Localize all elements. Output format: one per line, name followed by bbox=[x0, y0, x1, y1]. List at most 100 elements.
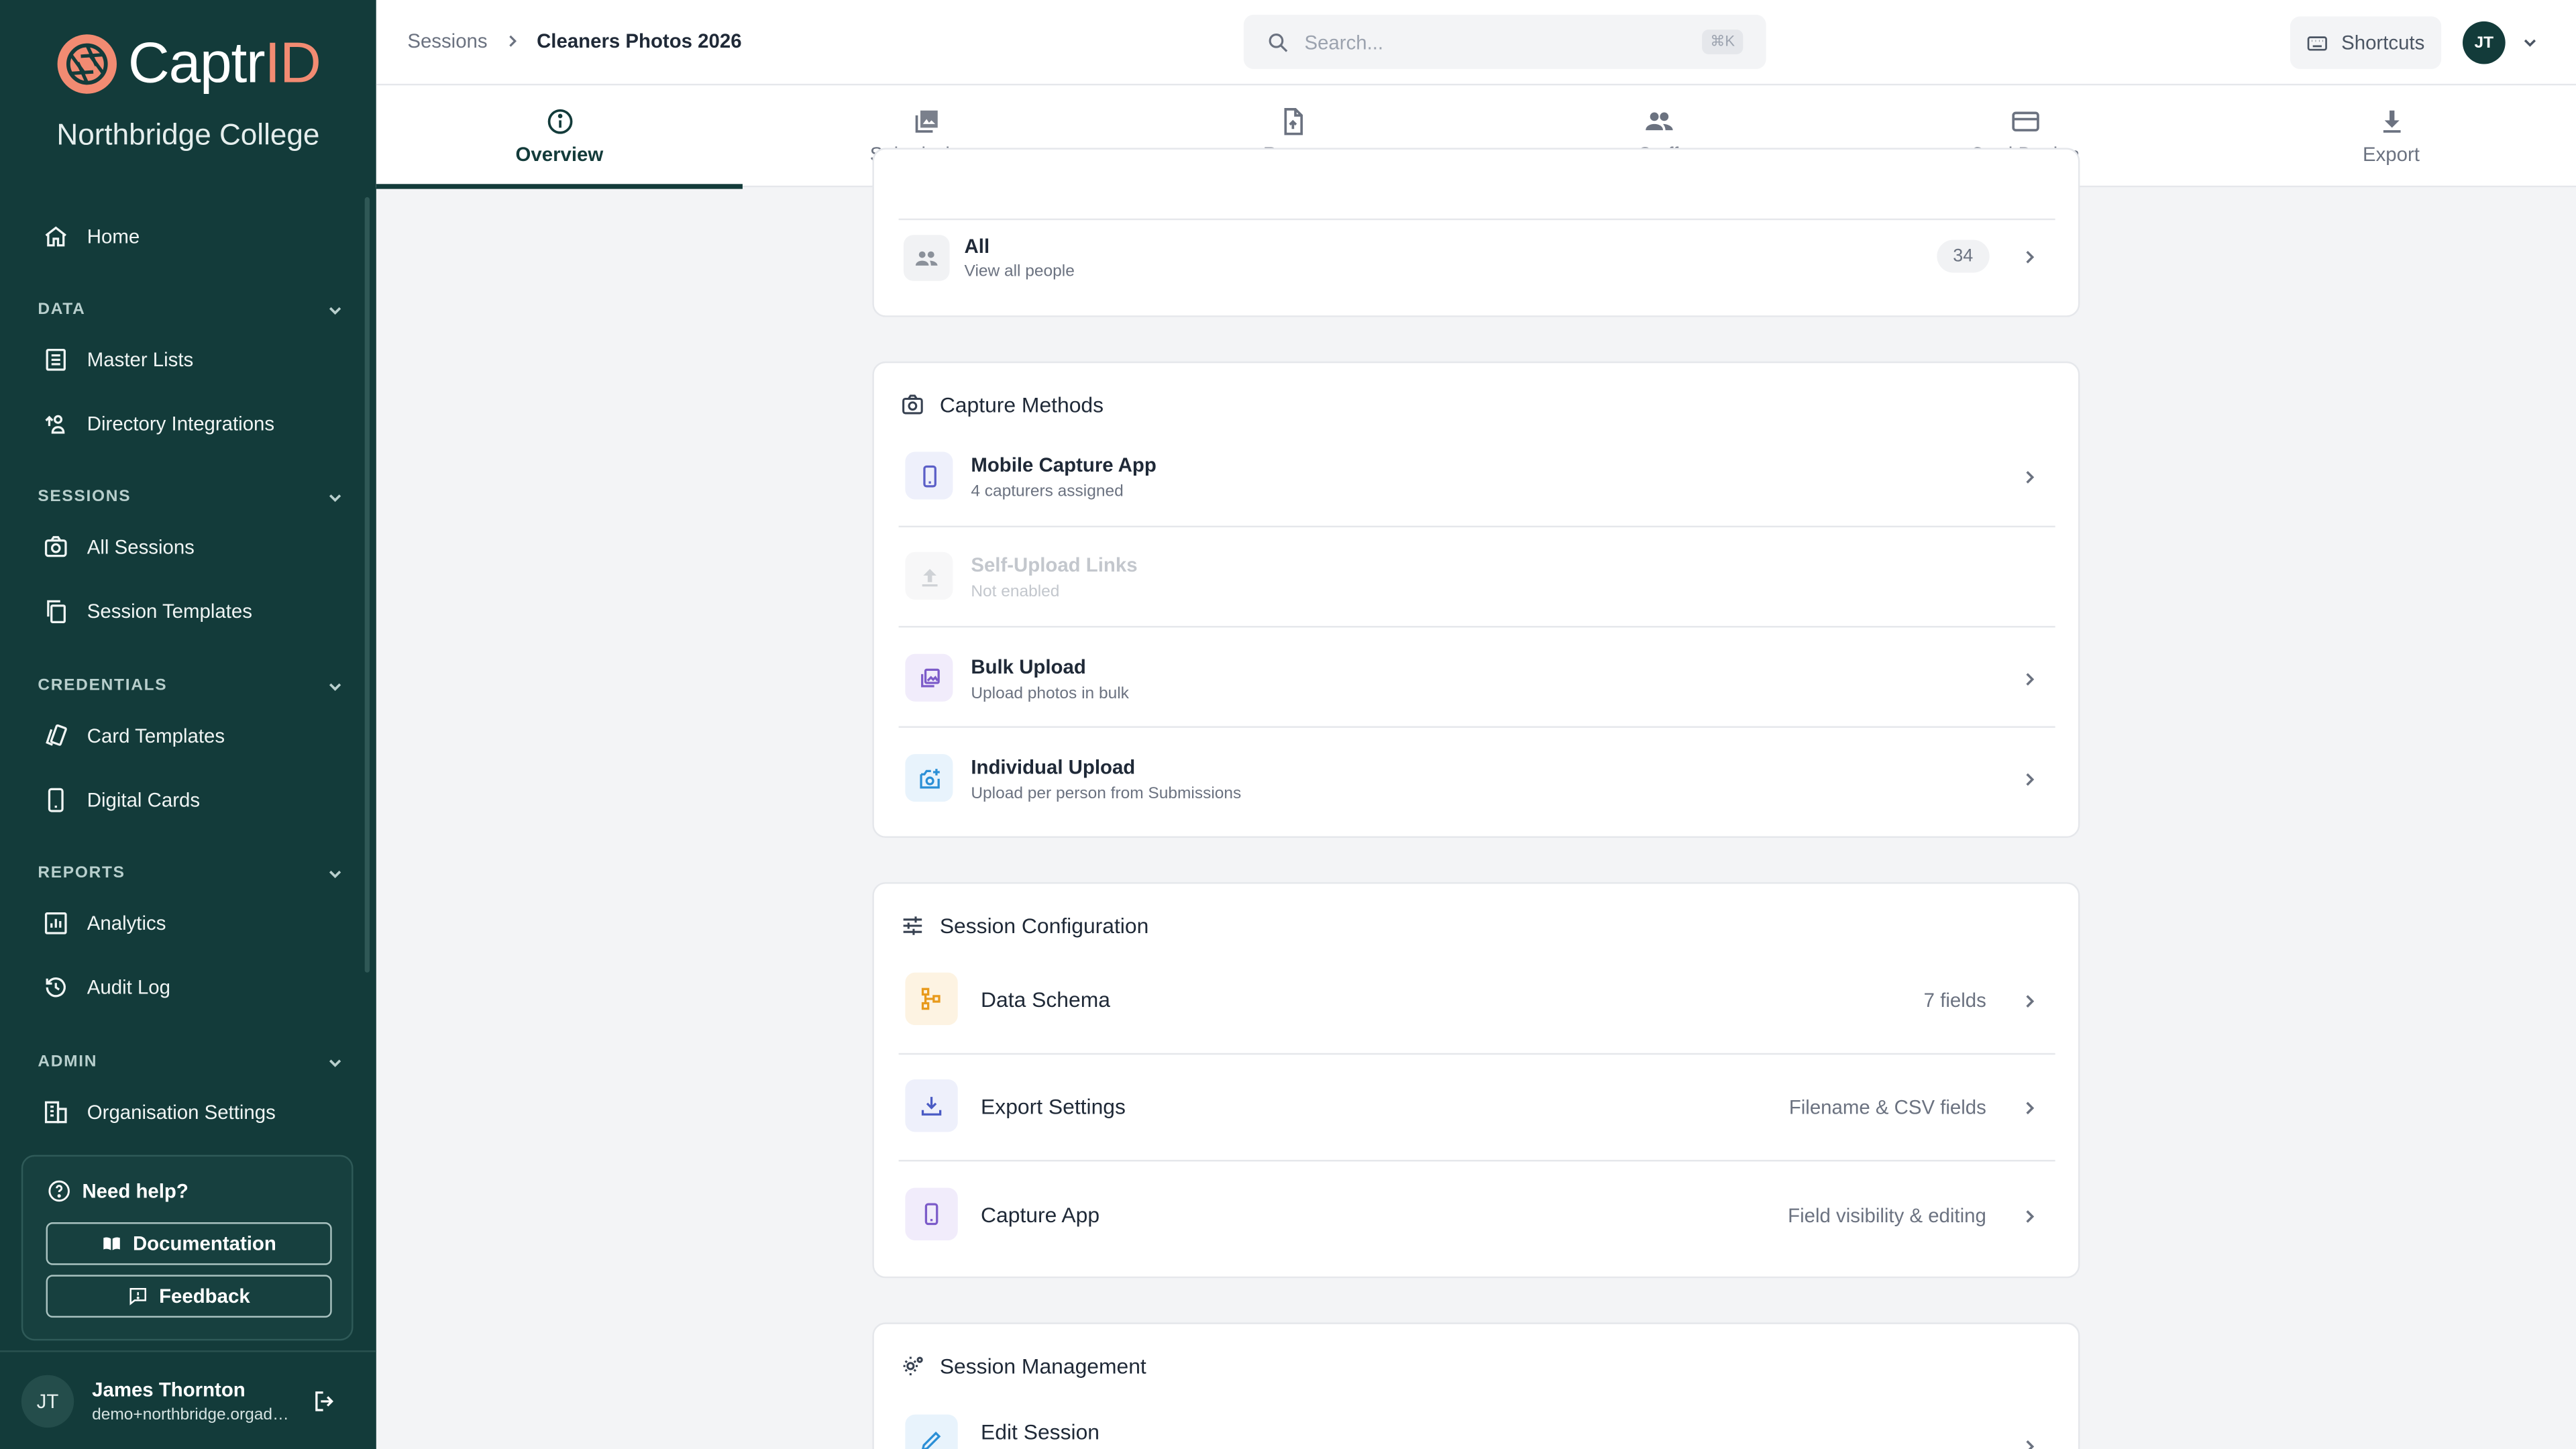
chevron-down-icon bbox=[329, 493, 341, 502]
chevron-right-icon bbox=[2026, 673, 2035, 686]
capture-method-title: Self-Upload Links bbox=[971, 553, 1138, 577]
chevron-right-icon bbox=[508, 35, 517, 47]
account-avatar[interactable]: JT bbox=[2463, 21, 2506, 64]
sidebar-item-analytics[interactable]: Analytics bbox=[23, 896, 352, 951]
edit-session-title: Edit Session bbox=[981, 1419, 1100, 1444]
chevron-right-icon bbox=[2026, 471, 2035, 484]
sidebar-item-label: Directory Integrations bbox=[87, 412, 275, 435]
divider bbox=[898, 1159, 2055, 1162]
divider bbox=[898, 525, 2055, 528]
photo-library-icon bbox=[920, 667, 939, 687]
sidebar-scrollbar[interactable] bbox=[364, 197, 370, 973]
building-icon bbox=[44, 1101, 67, 1124]
people-all-row[interactable]: All View all people 34 bbox=[899, 231, 2055, 284]
sidebar-item-all-sessions[interactable]: All Sessions bbox=[23, 519, 352, 575]
nav-section-admin[interactable]: ADMIN bbox=[38, 1053, 343, 1071]
sidebar-item-organisation-settings[interactable]: Organisation Settings bbox=[23, 1084, 352, 1140]
avatar[interactable]: JT bbox=[21, 1375, 74, 1428]
people-all-subtitle: View all people bbox=[964, 262, 1075, 281]
credit-card-icon bbox=[2011, 111, 2039, 131]
chevron-down-icon bbox=[329, 1059, 341, 1067]
nav-section-data[interactable]: DATA bbox=[38, 301, 343, 319]
config-title: Data Schema bbox=[981, 987, 1110, 1012]
config-icon-box bbox=[905, 972, 958, 1026]
directory-sync-icon bbox=[45, 415, 65, 434]
tab-overview[interactable]: Overview bbox=[376, 85, 743, 189]
divider bbox=[898, 626, 2055, 628]
chevron-down-icon bbox=[329, 306, 341, 314]
people-all-icon-box bbox=[903, 235, 950, 281]
history-icon bbox=[46, 977, 66, 998]
sidebar-item-directory-integrations[interactable]: Directory Integrations bbox=[23, 396, 352, 451]
upload-icon bbox=[921, 568, 937, 586]
chevron-right-icon bbox=[2026, 1210, 2035, 1223]
nav-section-credentials[interactable]: CREDENTIALS bbox=[38, 677, 343, 695]
brand: CaptrID Northbridge College bbox=[0, 26, 376, 153]
pencil-icon bbox=[922, 1432, 941, 1449]
config-meta: Field visibility & editing bbox=[1788, 1204, 1986, 1228]
settings-gear-icon bbox=[903, 1356, 923, 1376]
capture-method-icon-box bbox=[905, 653, 953, 702]
capture-method-bulk-upload[interactable]: Bulk Upload Upload photos in bulk bbox=[899, 652, 2055, 704]
organisation-name: Northbridge College bbox=[56, 118, 320, 152]
search-input[interactable] bbox=[1304, 30, 1682, 54]
help-panel: Need help? Documentation Feedback bbox=[21, 1155, 354, 1341]
account-chevron-down-icon[interactable] bbox=[2522, 34, 2538, 50]
sidebar-item-digital-cards[interactable]: Digital Cards bbox=[23, 772, 352, 828]
session-configuration-card: Session Configuration Data Schema 7 fiel… bbox=[872, 882, 2080, 1279]
breadcrumb-sessions-link[interactable]: Sessions bbox=[407, 30, 487, 52]
capture-method-mobile-app[interactable]: Mobile Capture App 4 capturers assigned bbox=[899, 450, 2055, 502]
capture-method-title: Mobile Capture App bbox=[971, 453, 1157, 477]
top-bar: Sessions Cleaners Photos 2026 ⌘K Shortcu… bbox=[376, 0, 2576, 86]
config-export-settings[interactable]: Export Settings Filename & CSV fields bbox=[899, 1079, 2055, 1135]
logout-icon[interactable] bbox=[312, 1388, 338, 1414]
file-upload-icon bbox=[1283, 108, 1302, 136]
config-icon-box bbox=[905, 1079, 958, 1132]
chevron-right-icon bbox=[2026, 1440, 2035, 1449]
config-meta: 7 fields bbox=[1923, 989, 1986, 1012]
config-title: Capture App bbox=[981, 1202, 1100, 1228]
edit-session-row[interactable]: Edit Session bbox=[899, 1414, 2055, 1449]
capture-method-subtitle: Not enabled bbox=[971, 583, 1060, 602]
config-icon-box bbox=[905, 1187, 958, 1240]
search-bar[interactable]: ⌘K bbox=[1243, 15, 1766, 69]
logo[interactable]: CaptrID bbox=[0, 26, 376, 102]
capture-method-icon-box bbox=[905, 551, 953, 600]
tab-export[interactable]: Export bbox=[2208, 85, 2574, 187]
schema-icon bbox=[921, 987, 941, 1010]
sidebar-item-card-templates[interactable]: Card Templates bbox=[23, 708, 352, 764]
people-count-badge: 34 bbox=[1936, 239, 1990, 273]
sidebar-item-master-lists[interactable]: Master Lists bbox=[23, 332, 352, 388]
chevron-right-icon bbox=[2026, 1102, 2035, 1115]
capture-method-individual-upload[interactable]: Individual Upload Upload per person from… bbox=[899, 753, 2055, 805]
analytics-icon bbox=[44, 912, 67, 934]
sidebar-item-audit-log[interactable]: Audit Log bbox=[23, 959, 352, 1015]
sidebar-item-session-templates[interactable]: Session Templates bbox=[23, 583, 352, 639]
breadcrumb: Sessions Cleaners Photos 2026 bbox=[407, 30, 741, 52]
capture-method-subtitle: Upload photos in bulk bbox=[971, 685, 1129, 704]
help-circle-icon bbox=[48, 1180, 70, 1202]
capture-methods-title: Capture Methods bbox=[900, 392, 1104, 417]
config-capture-app[interactable]: Capture App Field visibility & editing bbox=[899, 1187, 2055, 1244]
sidebar-item-label: Home bbox=[87, 225, 140, 248]
shortcuts-button[interactable]: Shortcuts bbox=[2290, 16, 2442, 69]
camera-icon bbox=[902, 394, 923, 415]
documentation-button[interactable]: Documentation bbox=[46, 1222, 332, 1265]
feedback-button[interactable]: Feedback bbox=[46, 1275, 332, 1318]
sidebar-item-label: Digital Cards bbox=[87, 788, 201, 812]
sidebar-item-home[interactable]: Home bbox=[23, 209, 352, 264]
config-data-schema[interactable]: Data Schema 7 fields bbox=[899, 972, 2055, 1028]
chevron-down-icon bbox=[329, 682, 341, 690]
nav-section-sessions[interactable]: SESSIONS bbox=[38, 488, 343, 506]
home-icon bbox=[45, 226, 66, 247]
nav-section-reports[interactable]: REPORTS bbox=[38, 864, 343, 882]
session-management-card: Session Management Edit Session bbox=[872, 1322, 2080, 1449]
session-management-title: Session Management bbox=[900, 1354, 1146, 1379]
capture-methods-card: Capture Methods Mobile Capture App 4 cap… bbox=[872, 361, 2080, 838]
chevron-down-icon bbox=[329, 869, 341, 877]
capture-method-subtitle: Upload per person from Submissions bbox=[971, 785, 1242, 804]
people-all-title: All bbox=[964, 235, 990, 258]
capture-method-title: Bulk Upload bbox=[971, 655, 1086, 679]
sidebar-item-label: Master Lists bbox=[87, 348, 194, 372]
sidebar-item-label: Audit Log bbox=[87, 975, 171, 999]
